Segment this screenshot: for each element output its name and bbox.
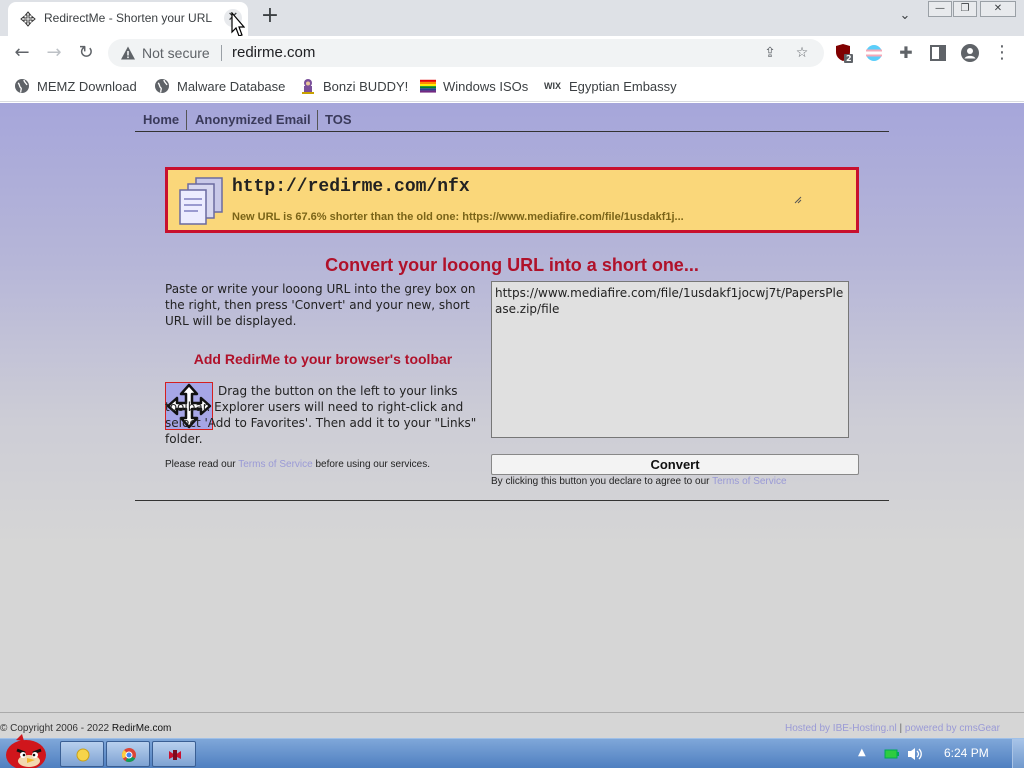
tab-redirectme[interactable]: RedirectMe - Shorten your URL ✕ [8, 2, 248, 36]
bookmark-label: MEMZ Download [37, 78, 137, 94]
instructions-text: Paste or write your looong URL into the … [165, 282, 476, 328]
back-arrow-icon[interactable]: ← [10, 41, 34, 65]
taskbar-explorer[interactable] [60, 741, 104, 767]
show-desktop-button[interactable] [1012, 739, 1024, 768]
footer-divider [0, 712, 1024, 713]
bookmark-star-icon[interactable]: ☆ [794, 45, 810, 61]
page-headline: Convert your looong URL into a short one… [325, 255, 699, 275]
move-arrows-icon [20, 11, 36, 27]
window-close-button[interactable]: ✕ [980, 1, 1016, 17]
tos-note: Please read our Terms of Service before … [165, 459, 430, 470]
reload-icon[interactable]: ↻ [74, 41, 98, 65]
tos-note-suffix: before using our services. [315, 459, 430, 470]
volume-icon[interactable] [906, 746, 924, 762]
wix-icon: WIX [544, 81, 561, 91]
restore-button[interactable]: ❐ [953, 1, 977, 17]
taskbar-clock[interactable]: 6:24 PM [944, 746, 989, 760]
url-text[interactable]: redirme.com [232, 44, 315, 61]
content-divider [135, 500, 889, 501]
toolbar-heading: Add RedirMe to your browser's toolbar [193, 351, 453, 367]
warning-triangle-icon [121, 46, 135, 60]
copyright-brand[interactable]: RedirMe.com [112, 723, 171, 734]
nav-tos[interactable]: TOS [325, 112, 352, 127]
battery-icon[interactable] [884, 747, 900, 761]
chrome-icon [121, 748, 136, 762]
powered-by-link[interactable]: powered by cmsGear [905, 723, 1000, 734]
extension-badge: 2 [846, 54, 852, 63]
bookmark-label: Egyptian Embassy [569, 78, 677, 94]
nav-divider [317, 110, 318, 130]
winrar-icon [169, 750, 181, 760]
agree-note-prefix: By clicking this button you declare to a… [491, 476, 710, 487]
bookmark-bonzi-buddy[interactable]: Bonzi BUDDY! [300, 76, 408, 96]
bookmark-label: Malware Database [177, 78, 286, 94]
agree-tos-link[interactable]: Terms of Service [712, 476, 786, 487]
extensions-puzzle-icon[interactable]: ✚ [894, 41, 918, 65]
tray-expand-icon[interactable]: ▲ [858, 747, 866, 758]
minimize-button[interactable]: — [928, 1, 952, 17]
bookmark-windows-isos[interactable]: Windows ISOs [420, 76, 528, 96]
nav-divider [186, 110, 187, 130]
taskbar: ▲ 6:24 PM [0, 734, 1024, 768]
menu-kebab-icon[interactable]: ⋮ [990, 41, 1014, 65]
credits-separator: | [899, 723, 903, 734]
mouse-cursor-icon [231, 12, 245, 37]
agree-note: By clicking this button you declare to a… [491, 476, 787, 487]
taskbar-app[interactable] [152, 741, 196, 767]
bookmark-label: Windows ISOs [443, 78, 529, 94]
nav-anonymized-email[interactable]: Anonymized Email [195, 112, 311, 127]
bookmarks-bar: MEMZ Download Malware Database Bonzi BUD… [0, 70, 1024, 102]
tab-strip: RedirectMe - Shorten your URL ✕ + ⌄ — ❐ … [0, 0, 1024, 37]
forward-arrow-icon[interactable]: → [42, 41, 66, 65]
side-panel-icon[interactable] [928, 43, 948, 63]
folder-sun-icon [76, 748, 90, 762]
profile-avatar-icon[interactable] [960, 43, 980, 63]
bookmark-memz-download[interactable]: MEMZ Download [14, 76, 137, 96]
shortening-note: New URL is 67.6% shorter than the old on… [232, 211, 684, 223]
globe-icon [155, 79, 169, 93]
angry-bird-start-icon[interactable] [2, 731, 50, 768]
convert-button[interactable]: Convert [491, 454, 859, 475]
tab-search-button[interactable]: ⌄ [893, 8, 917, 28]
security-label[interactable]: Not secure [142, 45, 210, 61]
browser-toolbar: ← → ↻ Not secure redirme.com ⇪ ☆ 2 ✚ ⋮ [0, 36, 1024, 70]
bookmark-label: Bonzi BUDDY! [323, 78, 409, 94]
bookmark-malware-database[interactable]: Malware Database [154, 76, 285, 96]
address-bar[interactable]: Not secure redirme.com ⇪ ☆ [108, 39, 824, 67]
copy-documents-icon [179, 177, 223, 225]
tos-link[interactable]: Terms of Service [238, 459, 312, 470]
hosting-credits: Hosted by IBE-Hosting.nl | powered by cm… [785, 723, 1000, 734]
tos-note-prefix: Please read our [165, 459, 236, 470]
bonzi-icon [302, 79, 314, 94]
long-url-input[interactable]: https://www.mediafire.com/file/1usdakf1j… [491, 281, 849, 438]
trans-flag-icon[interactable] [864, 43, 884, 63]
drag-instructions: Drag the button on the left to your link… [165, 384, 477, 446]
hosted-by-link[interactable]: Hosted by IBE-Hosting.nl [785, 723, 897, 734]
taskbar-chrome[interactable] [106, 741, 150, 767]
short-url-value[interactable]: http://redirme.com/nfx [232, 177, 470, 197]
page-viewport: Home Anonymized Email TOS http://redirme… [0, 103, 1024, 738]
site-navigation: Home Anonymized Email TOS [135, 107, 889, 132]
share-icon[interactable]: ⇪ [762, 45, 778, 61]
tab-title: RedirectMe - Shorten your URL [44, 11, 213, 25]
resize-grip-icon[interactable] [794, 196, 802, 204]
new-tab-button[interactable]: + [258, 5, 282, 29]
nav-home[interactable]: Home [143, 112, 179, 127]
rainbow-flag-icon [420, 79, 436, 93]
short-url-result: http://redirme.com/nfx New URL is 67.6% … [165, 167, 859, 233]
address-divider [221, 45, 222, 61]
globe-icon [15, 79, 29, 93]
bookmark-egyptian-embassy[interactable]: WIX Egyptian Embassy [544, 76, 677, 96]
